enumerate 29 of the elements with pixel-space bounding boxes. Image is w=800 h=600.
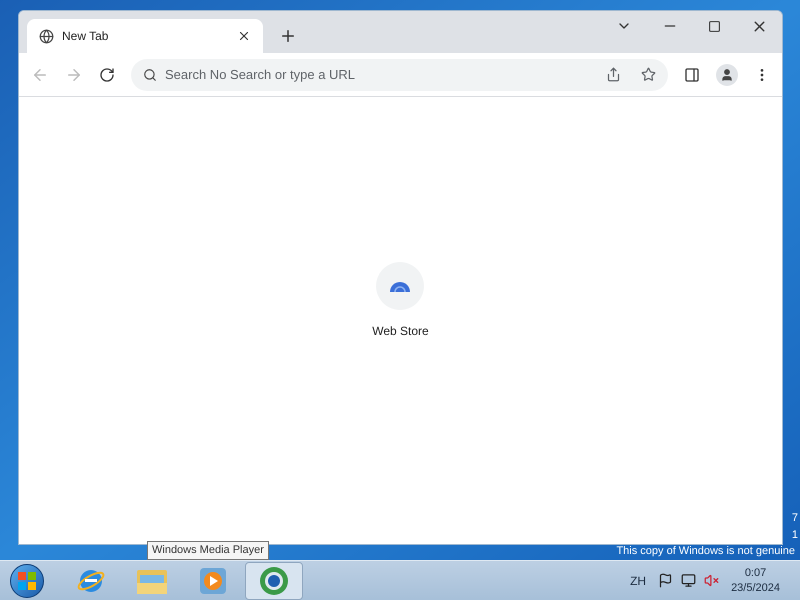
browser-tab[interactable]: New Tab xyxy=(27,19,263,53)
new-tab-icon[interactable] xyxy=(279,27,297,45)
share-icon[interactable] xyxy=(606,67,621,82)
network-icon[interactable] xyxy=(681,573,696,588)
flag-icon[interactable] xyxy=(658,573,674,588)
side-panel-icon[interactable] xyxy=(684,66,700,82)
search-icon xyxy=(143,68,157,82)
address-input[interactable]: Search No Search or type a URL xyxy=(165,64,598,84)
profile-avatar[interactable] xyxy=(716,64,738,86)
star-icon[interactable] xyxy=(641,67,656,82)
start-button[interactable] xyxy=(10,564,44,598)
close-icon[interactable] xyxy=(237,29,251,43)
reload-icon[interactable] xyxy=(99,66,115,82)
globe-icon xyxy=(39,28,54,44)
windows-logo-icon xyxy=(18,572,36,590)
globe-ring-icon xyxy=(258,564,290,596)
desktop-text: 1 xyxy=(792,528,798,543)
shortcut-tile[interactable]: Web Store xyxy=(372,262,429,340)
tooltip: Windows Media Player xyxy=(147,541,269,560)
genuine-notice: This copy of Windows is not genuine xyxy=(616,545,795,558)
rainbow-icon xyxy=(390,280,410,292)
maximize-icon[interactable] xyxy=(708,20,721,32)
desktop-text: 7 xyxy=(792,511,798,526)
language-indicator[interactable]: ZH xyxy=(630,572,646,590)
taskbar-app-button[interactable] xyxy=(245,562,303,600)
play-icon xyxy=(199,566,227,594)
clock[interactable]: 0:07 23/5/2024 xyxy=(731,566,780,596)
muted-speaker-icon[interactable] xyxy=(704,573,720,588)
address-field[interactable]: Search No Search or type a URL xyxy=(131,58,668,90)
